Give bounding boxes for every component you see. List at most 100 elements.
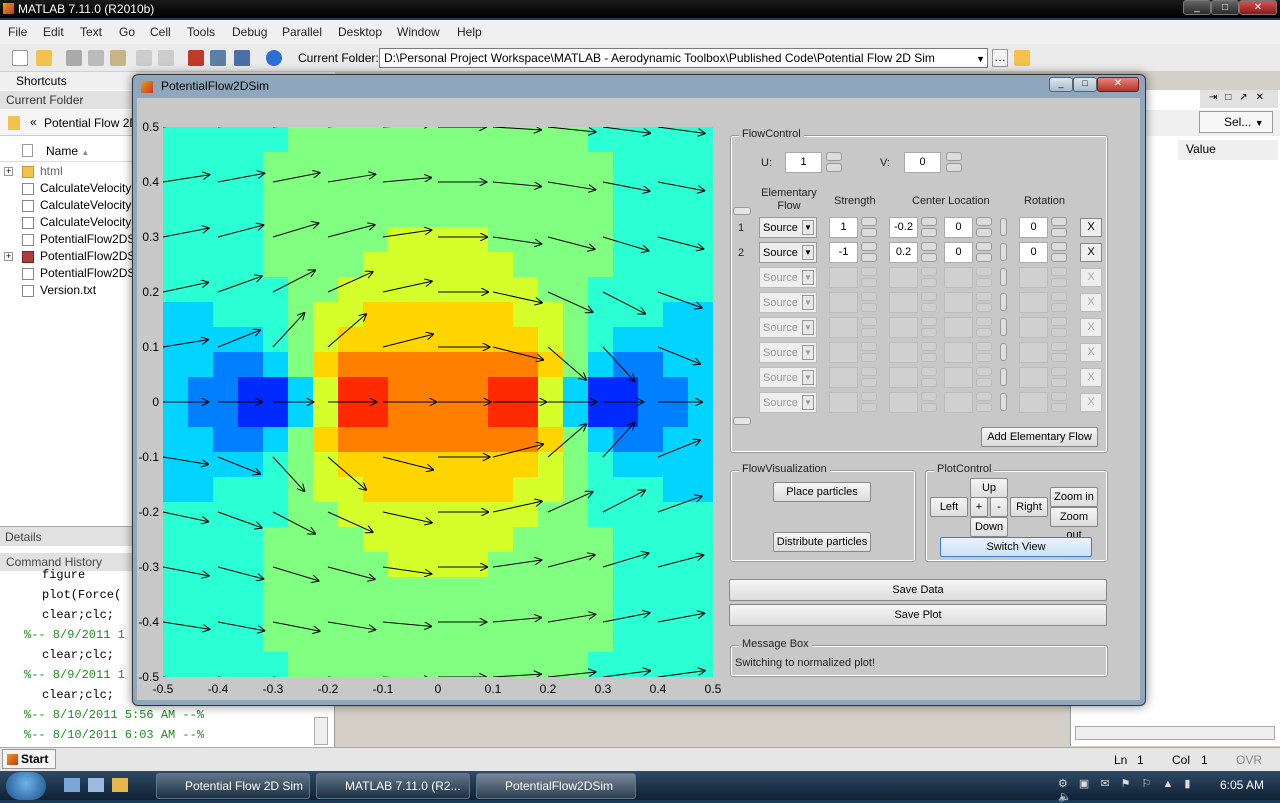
open-folder-icon[interactable]	[36, 50, 52, 66]
list-item[interactable]: figure	[42, 568, 85, 582]
name-column-header[interactable]: Name ▲	[46, 144, 89, 158]
pan-down-button[interactable]: Down	[970, 517, 1008, 537]
menu-text[interactable]: Text	[80, 25, 102, 39]
flow-type-select[interactable]: Source ▼	[759, 242, 817, 263]
close-button[interactable]: ✕	[1239, 0, 1277, 15]
rotation-input[interactable]: 0	[1019, 242, 1048, 263]
matlab-start-button[interactable]: Start	[2, 749, 56, 769]
menu-desktop[interactable]: Desktop	[338, 25, 382, 39]
add-elementary-flow-button[interactable]: Add Elementary Flow	[981, 427, 1098, 447]
taskbar-item-matlab[interactable]: MATLAB 7.11.0 (R2...	[316, 773, 470, 799]
browse-folder-button[interactable]: …	[992, 49, 1008, 67]
quicklaunch-icon[interactable]	[64, 778, 80, 792]
center-lock-toggle[interactable]	[1000, 243, 1007, 261]
remove-flow-button[interactable]: X	[1080, 218, 1102, 237]
v-stepper[interactable]	[946, 152, 962, 173]
save-plot-button[interactable]: Save Plot	[729, 604, 1107, 626]
list-item[interactable]: %-- 8/10/2011 5:56 AM --%	[24, 708, 204, 722]
center-lock-toggle[interactable]	[1000, 218, 1007, 236]
pf-close-button[interactable]: ✕	[1097, 77, 1139, 92]
center-y-stepper[interactable]	[976, 242, 992, 263]
expand-icon[interactable]: +	[4, 252, 13, 261]
quicklaunch-icon[interactable]	[88, 778, 104, 792]
zoom-plus-button[interactable]: +	[970, 497, 988, 517]
list-item[interactable]: html	[22, 164, 63, 181]
new-file-icon[interactable]	[12, 50, 28, 66]
maximize-button[interactable]: □	[1211, 0, 1239, 15]
strength-stepper[interactable]	[861, 217, 877, 238]
u-input[interactable]: 1	[785, 152, 822, 173]
list-item[interactable]: CalculateVelocity	[22, 181, 131, 198]
rows-scroll-up[interactable]	[733, 207, 751, 215]
u-stepper[interactable]	[826, 152, 842, 173]
center-y-stepper[interactable]	[976, 217, 992, 238]
rotation-stepper[interactable]	[1051, 242, 1067, 263]
center-x-input[interactable]: -0.2	[889, 217, 918, 238]
list-item[interactable]: PotentialFlow2DS	[22, 232, 135, 249]
chevron-down-icon[interactable]: ▼	[976, 54, 985, 64]
list-item[interactable]: CalculateVelocity	[22, 215, 131, 232]
taskbar-item-explorer[interactable]: Potential Flow 2D Sim	[156, 773, 310, 799]
strength-stepper[interactable]	[861, 242, 877, 263]
strength-input[interactable]: 1	[829, 217, 858, 238]
paste-icon[interactable]	[110, 50, 126, 66]
center-y-input[interactable]: 0	[944, 242, 973, 263]
list-item[interactable]: clear;clc;	[42, 648, 114, 662]
pf-minimize-button[interactable]: _	[1049, 77, 1073, 92]
current-folder-path-input[interactable]: D:\Personal Project Workspace\MATLAB - A…	[379, 48, 988, 68]
guide-icon[interactable]	[210, 50, 226, 66]
menu-edit[interactable]: Edit	[43, 25, 64, 39]
menu-cell[interactable]: Cell	[150, 25, 171, 39]
list-item[interactable]: clear;clc;	[42, 608, 114, 622]
list-item[interactable]: plot(Force(	[42, 588, 121, 602]
list-item[interactable]: Version.txt	[22, 283, 96, 300]
help-icon[interactable]	[266, 50, 282, 66]
parent-folder-icon[interactable]	[1014, 50, 1030, 66]
pan-right-button[interactable]: Right	[1010, 497, 1048, 517]
menu-tools[interactable]: Tools	[187, 25, 215, 39]
menu-window[interactable]: Window	[397, 25, 440, 39]
menu-debug[interactable]: Debug	[232, 25, 267, 39]
expand-icon[interactable]: +	[4, 167, 13, 176]
list-item[interactable]: %-- 8/9/2011 1	[24, 668, 125, 682]
undo-icon[interactable]	[136, 50, 152, 66]
rotation-stepper[interactable]	[1051, 217, 1067, 238]
flow-plot[interactable]: -0.5 -0.4 -0.3 -0.2 -0.1 0 0.1 0.2 0.3 0.4 0.5 0.5 0…	[137, 98, 727, 698]
rotation-input[interactable]: 0	[1019, 217, 1048, 238]
copy-icon[interactable]	[88, 50, 104, 66]
list-item[interactable]: %-- 8/10/2011 6:03 AM --%	[24, 728, 204, 742]
pan-up-button[interactable]: Up	[970, 478, 1008, 498]
center-x-stepper[interactable]	[921, 242, 937, 263]
minimize-button[interactable]: _	[1183, 0, 1211, 15]
taskbar-item-pfsim[interactable]: PotentialFlow2DSim	[476, 773, 636, 799]
scrollbar[interactable]	[314, 717, 328, 745]
menu-file[interactable]: File	[8, 25, 27, 39]
center-y-input[interactable]: 0	[944, 217, 973, 238]
strength-input[interactable]: -1	[829, 242, 858, 263]
list-item[interactable]: %-- 8/9/2011 1	[24, 628, 125, 642]
zoom-minus-button[interactable]: -	[990, 497, 1008, 517]
save-data-button[interactable]: Save Data	[729, 579, 1107, 601]
pan-left-button[interactable]: Left	[930, 497, 968, 517]
cut-icon[interactable]	[66, 50, 82, 66]
center-x-input[interactable]: 0.2	[889, 242, 918, 263]
h-scrollbar[interactable]	[1075, 726, 1275, 740]
breadcrumb-chevron[interactable]: «	[30, 115, 37, 129]
remove-flow-button[interactable]: X	[1080, 243, 1102, 262]
simulink-icon[interactable]	[188, 50, 204, 66]
windows-start-orb[interactable]	[6, 772, 46, 800]
pf-maximize-button[interactable]: □	[1073, 77, 1097, 92]
menu-go[interactable]: Go	[119, 25, 135, 39]
breadcrumb-folder[interactable]: Potential Flow 2D	[44, 116, 138, 130]
profiler-icon[interactable]	[234, 50, 250, 66]
redo-icon[interactable]	[158, 50, 174, 66]
rows-scroll-down[interactable]	[733, 417, 751, 425]
v-input[interactable]: 0	[904, 152, 941, 173]
quicklaunch-icon[interactable]	[112, 778, 128, 792]
center-x-stepper[interactable]	[921, 217, 937, 238]
workspace-select[interactable]: Sel... ▼	[1199, 111, 1273, 133]
list-item[interactable]: clear;clc;	[42, 688, 114, 702]
menu-parallel[interactable]: Parallel	[282, 25, 322, 39]
switch-view-button[interactable]: Switch View	[940, 537, 1092, 557]
place-particles-button[interactable]: Place particles	[773, 482, 871, 502]
